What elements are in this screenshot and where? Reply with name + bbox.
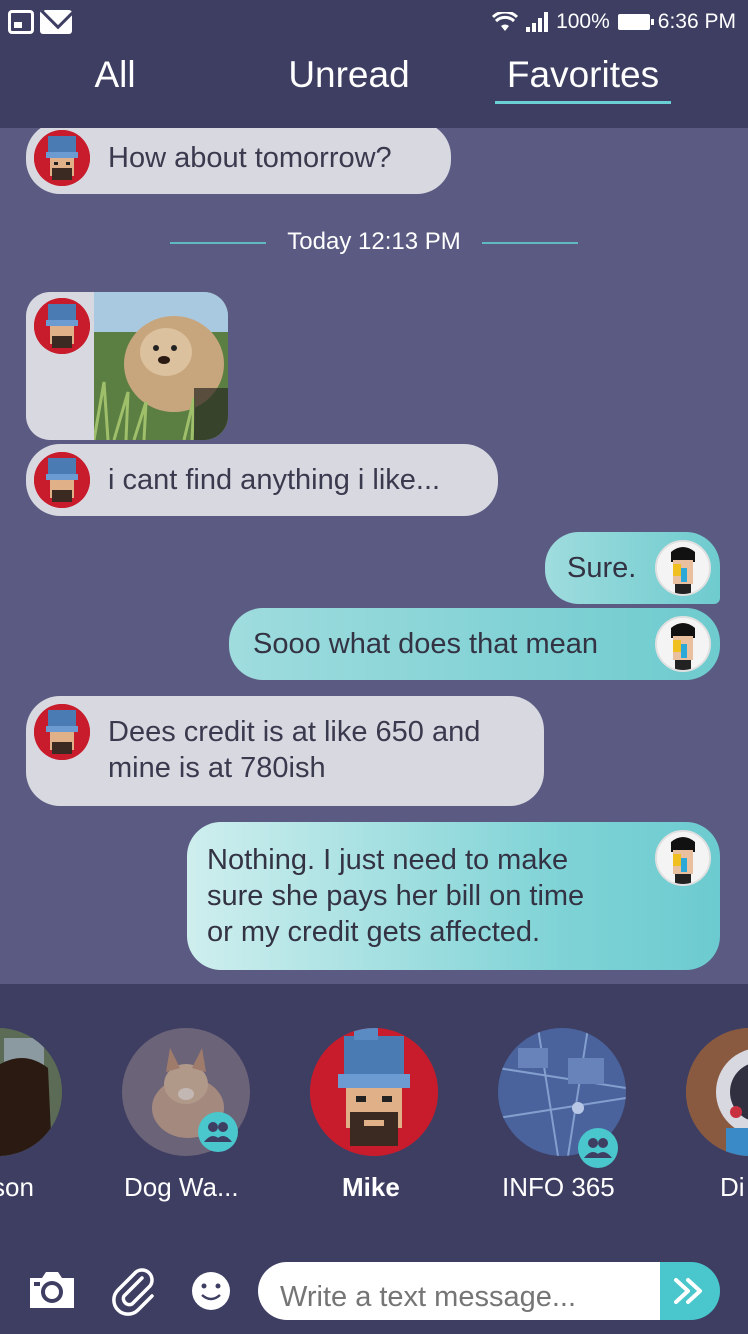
message-text: i cant find anything i like... xyxy=(108,464,441,496)
contact-dog-walkers[interactable] xyxy=(122,1028,250,1156)
signal-icon xyxy=(526,12,549,32)
active-tab-indicator xyxy=(495,101,671,104)
divider-line xyxy=(170,242,266,244)
group-icon xyxy=(198,1112,238,1152)
pixel-avatar-icon xyxy=(34,298,90,354)
message-line: sure she pays her bill on time xyxy=(207,880,585,912)
mike-avatar[interactable] xyxy=(34,130,90,186)
divider-line xyxy=(482,242,578,244)
message-text: Dees credit is at like 650 and mine is a… xyxy=(108,714,480,786)
my-avatar[interactable] xyxy=(655,540,711,596)
contact-avatar xyxy=(686,1028,748,1156)
contact-info-365[interactable] xyxy=(498,1028,626,1168)
contact-di[interactable] xyxy=(686,1028,748,1156)
message-line: mine is at 780ish xyxy=(108,752,326,784)
message-bubble[interactable]: Dees credit is at like 650 and mine is a… xyxy=(26,696,544,806)
mike-avatar[interactable] xyxy=(34,452,90,508)
contact-son[interactable] xyxy=(0,1028,62,1156)
contact-avatar xyxy=(0,1028,62,1156)
mail-icon xyxy=(40,10,72,34)
message-text: Sure. xyxy=(567,552,637,584)
portrait-icon xyxy=(657,832,709,884)
message-bubble[interactable]: i cant find anything i like... xyxy=(26,444,498,516)
group-icon xyxy=(578,1128,618,1168)
person-photo xyxy=(0,1028,62,1156)
tab-all[interactable]: All xyxy=(0,54,230,96)
astronaut-photo xyxy=(686,1028,748,1156)
tab-unread[interactable]: Unread xyxy=(234,54,464,96)
status-bar: 100% 6:36 PM xyxy=(0,0,748,46)
message-bubble[interactable]: How about tomorrow? xyxy=(26,128,451,194)
mike-avatar[interactable] xyxy=(34,704,90,760)
contact-avatar xyxy=(310,1028,438,1156)
my-avatar[interactable] xyxy=(655,616,711,672)
message-input[interactable] xyxy=(258,1262,662,1320)
clock: 6:36 PM xyxy=(657,10,736,33)
dog-photo[interactable] xyxy=(94,292,228,440)
message-composer xyxy=(0,1232,748,1334)
message-text: Nothing. I just need to make sure she pa… xyxy=(207,842,584,950)
battery-percent: 100% xyxy=(556,10,610,33)
message-bubble[interactable]: Nothing. I just need to make sure she pa… xyxy=(187,822,720,970)
photo-message[interactable] xyxy=(26,292,228,440)
contact-name: Dog Wa... xyxy=(124,1172,239,1202)
wifi-icon xyxy=(492,12,519,31)
contact-mike[interactable] xyxy=(310,1028,438,1156)
contact-name: INFO 365 xyxy=(502,1172,615,1202)
send-icon xyxy=(674,1278,702,1304)
message-bubble[interactable]: Sure. xyxy=(545,532,720,604)
pixel-avatar-icon xyxy=(310,1028,438,1156)
message-text: Sooo what does that mean xyxy=(253,628,599,660)
message-line: Nothing. I just need to make xyxy=(207,844,569,876)
send-button[interactable] xyxy=(660,1262,720,1320)
emoji-icon[interactable] xyxy=(190,1270,232,1312)
timestamp-label: Today 12:13 PM xyxy=(287,228,461,255)
message-text: How about tomorrow? xyxy=(108,142,392,174)
contact-name: Di xyxy=(720,1172,745,1202)
paperclip-icon[interactable] xyxy=(112,1268,160,1316)
camera-icon[interactable] xyxy=(26,1270,78,1310)
message-list[interactable]: How about tomorrow? Today 12:13 PM i can… xyxy=(0,128,748,984)
timestamp-divider: Today 12:13 PM xyxy=(0,228,748,256)
tab-favorites[interactable]: Favorites xyxy=(495,54,671,96)
calendar-icon xyxy=(8,10,34,34)
pixel-avatar-icon xyxy=(34,130,90,186)
message-line: Dees credit is at like 650 and xyxy=(108,716,481,748)
mike-avatar[interactable] xyxy=(34,298,90,354)
contact-name: Mike xyxy=(342,1172,400,1202)
battery-icon xyxy=(617,14,654,30)
favorites-strip[interactable]: son Dog Wa... xyxy=(0,984,748,1232)
my-avatar[interactable] xyxy=(655,830,711,886)
tab-bar: All Unread Favorites xyxy=(0,46,748,128)
portrait-icon xyxy=(657,542,709,594)
message-bubble[interactable]: Sooo what does that mean xyxy=(229,608,720,680)
pixel-avatar-icon xyxy=(34,704,90,760)
message-line: or my credit gets affected. xyxy=(207,916,541,948)
portrait-icon xyxy=(657,618,709,670)
contact-name: son xyxy=(0,1172,34,1202)
pixel-avatar-icon xyxy=(34,452,90,508)
